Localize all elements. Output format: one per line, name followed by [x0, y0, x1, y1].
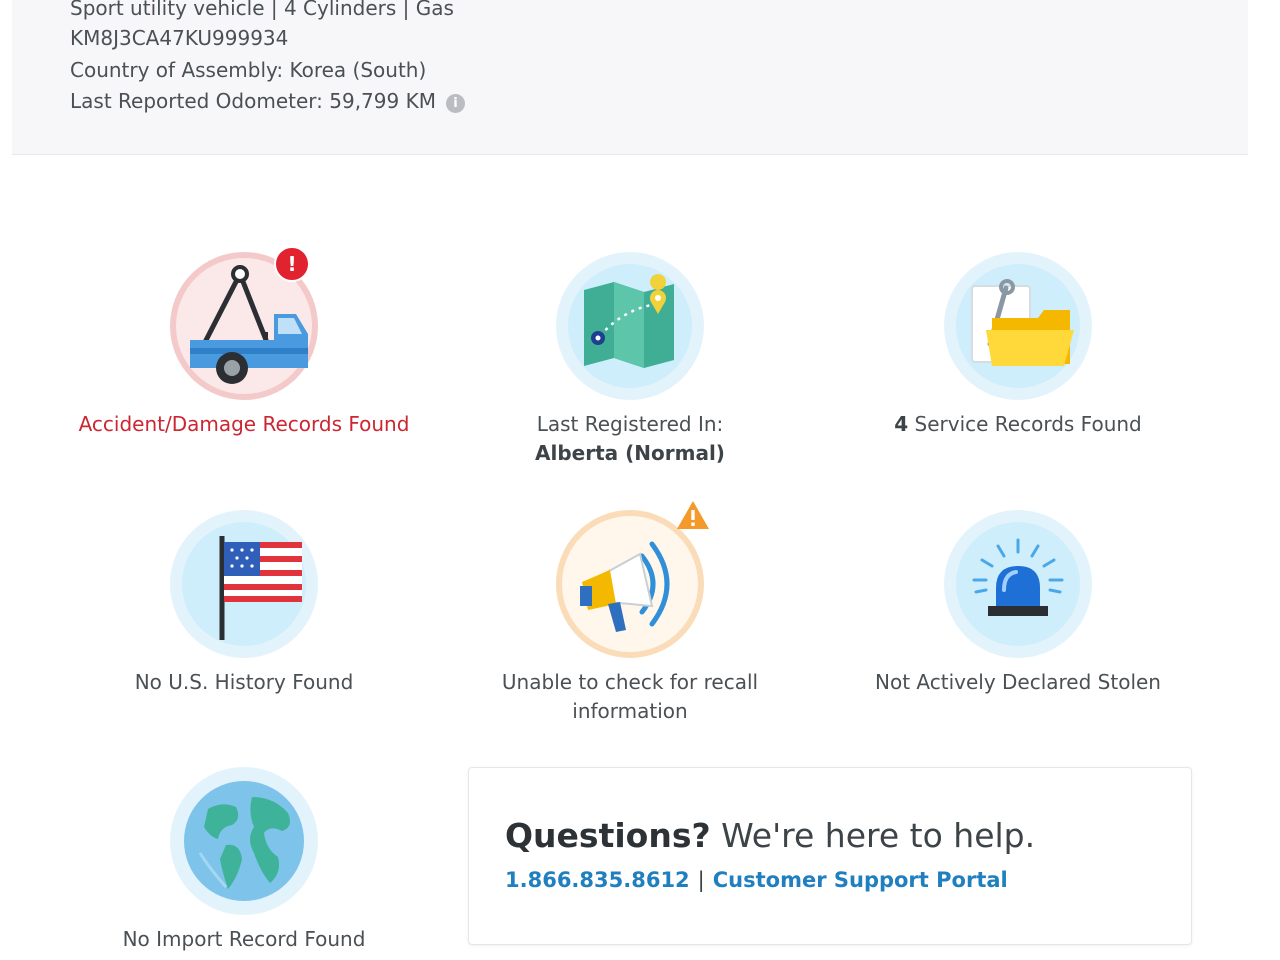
last-odometer: Last Reported Odometer: 59,799 KM	[70, 89, 436, 113]
import-record-label[interactable]: No Import Record Found	[54, 925, 434, 954]
customer-support-portal-link[interactable]: Customer Support Portal	[713, 868, 1008, 892]
tile-accident-records[interactable]: ! Accident/Damage Records Found	[54, 246, 434, 439]
vehicle-summary-panel: Sport utility vehicle | 4 Cylinders | Ga…	[12, 0, 1248, 155]
last-registered-value: Alberta (Normal)	[535, 441, 725, 465]
service-records-count: 4	[894, 412, 909, 436]
tile-import-record[interactable]: No Import Record Found	[54, 767, 434, 954]
last-registered-label[interactable]: Last Registered In: Alberta (Normal)	[440, 410, 820, 468]
stolen-status-label[interactable]: Not Actively Declared Stolen	[828, 668, 1208, 697]
map-icon	[556, 252, 704, 400]
help-links: 1.866.835.8612 | Customer Support Portal	[505, 868, 1008, 892]
last-odometer-row: Last Reported Odometer: 59,799 KM i	[70, 89, 465, 113]
service-records-text: Service Records Found	[908, 412, 1142, 436]
us-flag-icon	[170, 510, 318, 658]
last-registered-prefix: Last Registered In:	[536, 412, 724, 436]
country-of-assembly: Country of Assembly: Korea (South)	[70, 58, 427, 82]
accident-records-label[interactable]: Accident/Damage Records Found	[54, 410, 434, 439]
tile-service-records[interactable]: 4 Service Records Found	[828, 252, 1208, 439]
link-separator: |	[697, 868, 705, 892]
vehicle-vin: KM8J3CA47KU999934	[70, 26, 289, 50]
tile-stolen-status[interactable]: Not Actively Declared Stolen	[828, 510, 1208, 697]
globe-icon	[170, 767, 318, 915]
megaphone-icon	[556, 501, 709, 658]
us-history-label[interactable]: No U.S. History Found	[54, 668, 434, 697]
vehicle-spec: Sport utility vehicle | 4 Cylinders | Ga…	[70, 0, 454, 20]
help-card: Questions? We're here to help. 1.866.835…	[468, 767, 1192, 945]
warning-badge-icon	[677, 501, 709, 529]
support-phone-link[interactable]: 1.866.835.8612	[505, 868, 690, 892]
info-icon[interactable]: i	[445, 94, 465, 113]
tile-us-history[interactable]: No U.S. History Found	[54, 510, 434, 697]
recall-check-label[interactable]: Unable to check for recall information	[440, 668, 820, 726]
tile-last-registered[interactable]: Last Registered In: Alberta (Normal)	[440, 252, 820, 468]
siren-icon	[944, 510, 1092, 658]
help-title: Questions? We're here to help.	[505, 816, 1035, 855]
folder-wrench-icon	[944, 252, 1092, 400]
help-title-subtitle: We're here to help.	[710, 816, 1036, 855]
tow-truck-icon: !	[170, 246, 318, 400]
alert-badge-icon: !	[274, 246, 310, 282]
help-title-question: Questions?	[505, 816, 711, 855]
service-records-label[interactable]: 4 Service Records Found	[828, 410, 1208, 439]
tile-recall-check[interactable]: Unable to check for recall information	[440, 501, 820, 726]
